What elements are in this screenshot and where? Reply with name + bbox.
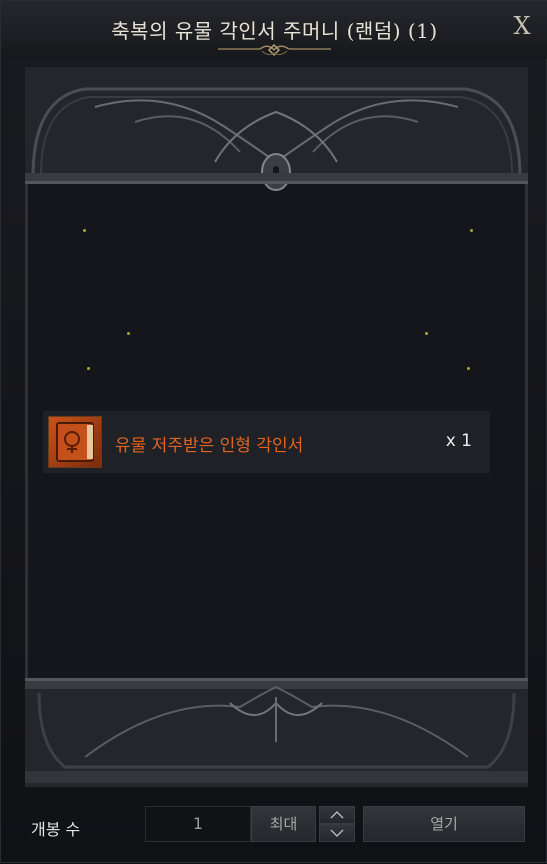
item-quantity: x 1 — [445, 431, 472, 451]
item-name: 유물 저주받은 인형 각인서 — [115, 436, 304, 456]
chevron-up-icon — [330, 810, 344, 819]
item-bag-window: 축복의 유물 각인서 주머니 (랜덤) (1) X 유물 저주받은 인형 각인서… — [0, 0, 547, 863]
frame-bottom-ornament-icon — [25, 678, 528, 787]
sparkle-icon — [467, 367, 470, 370]
sparkle-icon — [83, 229, 86, 232]
engraving-book-icon[interactable] — [48, 416, 102, 468]
chevron-down-icon — [330, 829, 344, 838]
title-bar[interactable]: 축복의 유물 각인서 주머니 (랜덤) (1) X — [1, 1, 547, 59]
close-button[interactable]: X — [510, 13, 534, 39]
sparkle-icon — [87, 367, 90, 370]
decrement-button[interactable] — [319, 824, 355, 842]
max-button[interactable]: 최대 — [251, 806, 316, 842]
open-button[interactable]: 열기 — [363, 806, 525, 842]
open-count-label: 개봉 수 — [31, 820, 81, 839]
increment-button[interactable] — [319, 806, 355, 824]
list-item[interactable]: 유물 저주받은 인형 각인서 x 1 — [43, 411, 490, 473]
frame-top-ornament-icon — [25, 67, 528, 191]
sparkle-icon — [127, 332, 130, 335]
open-count-input[interactable]: 1 — [145, 806, 251, 842]
sparkle-icon — [425, 332, 428, 335]
title-ornament-icon — [218, 43, 331, 57]
sparkle-icon — [470, 229, 473, 232]
window-title: 축복의 유물 각인서 주머니 (랜덤) (1) — [111, 19, 438, 43]
